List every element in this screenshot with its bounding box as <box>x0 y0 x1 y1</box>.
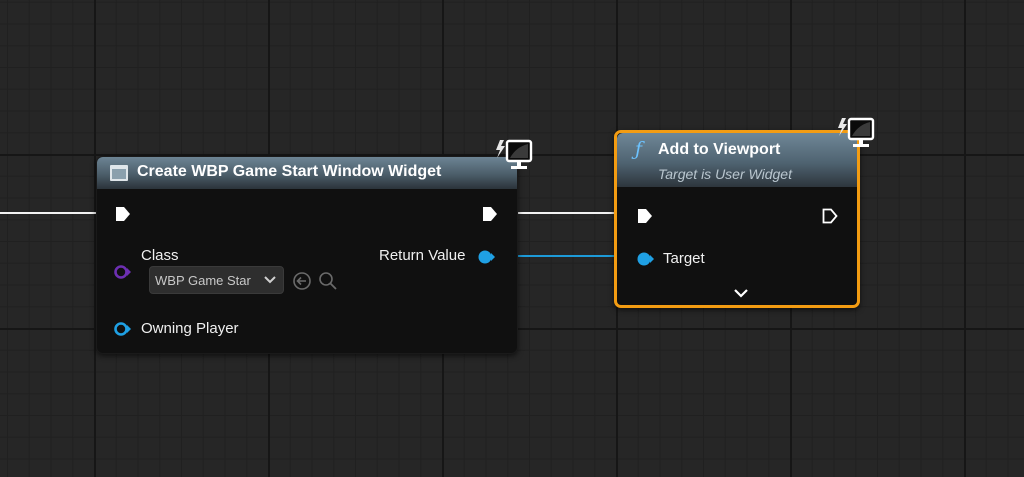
target-input-pin[interactable] <box>637 252 655 266</box>
class-input-pin[interactable] <box>114 265 132 279</box>
return-value-output-pin[interactable] <box>478 250 496 264</box>
create-widget-node-title: Create WBP Game Start Window Widget <box>137 163 442 180</box>
class-select-value: WBP Game Star <box>155 273 251 288</box>
expand-chevron-icon[interactable] <box>734 289 748 298</box>
owning-player-input-pin[interactable] <box>114 322 132 336</box>
target-label: Target <box>663 250 705 267</box>
magnifier-icon[interactable] <box>318 271 338 291</box>
exec-input-pin[interactable] <box>115 206 131 222</box>
add-to-viewport-node[interactable]: ƒ Add to Viewport Target is User Widget … <box>614 130 860 308</box>
widget-icon <box>110 165 128 181</box>
latent-monitor-icon <box>838 117 875 147</box>
exec-output-pin[interactable] <box>482 206 498 222</box>
chevron-down-icon <box>264 276 276 284</box>
class-label: Class <box>141 247 179 264</box>
add-to-viewport-node-subtitle: Target is User Widget <box>658 166 792 182</box>
add-to-viewport-node-title: Add to Viewport <box>658 141 781 158</box>
exec-input-pin[interactable] <box>637 208 653 224</box>
latent-monitor-icon <box>496 139 533 169</box>
class-select-dropdown[interactable]: WBP Game Star <box>149 266 284 294</box>
exec-output-pin[interactable] <box>822 208 838 224</box>
use-selected-asset-icon[interactable] <box>292 271 312 291</box>
create-widget-node[interactable]: Create WBP Game Start Window Widget Clas… <box>96 156 518 354</box>
function-icon: ƒ <box>635 138 643 160</box>
return-value-label: Return Value <box>379 247 466 264</box>
owning-player-label: Owning Player <box>141 320 239 337</box>
